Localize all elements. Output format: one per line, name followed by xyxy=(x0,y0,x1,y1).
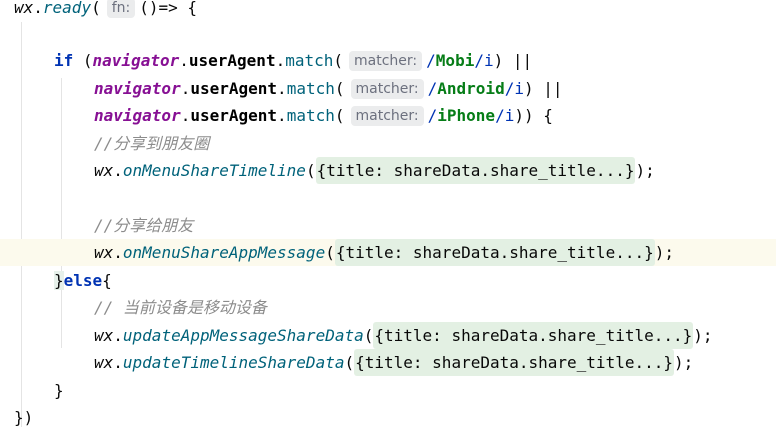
dot: . xyxy=(180,106,191,125)
regex-flag: i xyxy=(504,106,515,125)
regex-slash: / xyxy=(504,79,515,98)
navigator-global: navigator xyxy=(92,51,180,70)
open-paren: ( xyxy=(305,161,316,180)
useragent-property: userAgent xyxy=(190,79,278,98)
folded-region[interactable]: {title: shareData.share_title...} xyxy=(315,157,636,184)
code-line-11[interactable]: }else{ xyxy=(54,267,776,294)
code-line-5[interactable]: navigator.userAgent.match(matcher:/iPhon… xyxy=(94,102,776,129)
code-line-15[interactable]: } xyxy=(54,377,776,404)
wx-object: wx xyxy=(94,353,114,372)
code-line-4[interactable]: navigator.userAgent.match(matcher:/Andro… xyxy=(94,75,776,102)
code-line-7[interactable]: wx.onMenuShareTimeline({title: shareData… xyxy=(94,157,776,184)
regex-pattern: Android xyxy=(437,79,505,98)
open-brace: { xyxy=(102,271,112,290)
ready-method: ready xyxy=(42,0,92,17)
else-keyword: else xyxy=(63,271,103,290)
method-call: onMenuShareTimeline xyxy=(122,161,306,180)
regex-pattern: iPhone xyxy=(437,106,496,125)
method-call: onMenuShareAppMessage xyxy=(122,243,326,262)
regex-slash: / xyxy=(427,106,438,125)
close-paren: ); xyxy=(654,243,674,262)
useragent-property: userAgent xyxy=(188,51,276,70)
close-brace: } xyxy=(54,271,64,290)
match-method: match xyxy=(286,106,335,125)
close-paren: ); xyxy=(674,353,694,372)
dot: . xyxy=(277,106,287,125)
close-paren: ); xyxy=(693,326,713,345)
match-method: match xyxy=(285,51,334,70)
dot: . xyxy=(33,0,43,17)
or-operator: ) || xyxy=(523,79,563,98)
code-line-14[interactable]: wx.updateTimelineShareData({title: share… xyxy=(94,349,776,376)
code-line-3[interactable]: if (navigator.userAgent.match(matcher:/M… xyxy=(54,47,776,74)
dot: . xyxy=(113,353,123,372)
regex-pattern: Mobi xyxy=(435,51,475,70)
dot: . xyxy=(179,51,189,70)
open-paren: ( xyxy=(334,79,345,98)
comment: // 当前设备是移动设备 xyxy=(94,298,267,317)
code-line-10[interactable]: wx.onMenuShareAppMessage({title: shareDa… xyxy=(0,239,776,266)
open-paren: ( xyxy=(325,243,335,262)
navigator-global: navigator xyxy=(94,106,181,125)
useragent-property: userAgent xyxy=(190,106,278,125)
folded-region[interactable]: {title: shareData.share_title...} xyxy=(334,239,655,266)
close-paren: ); xyxy=(635,161,655,180)
code-line-6[interactable]: //分享到朋友圈 xyxy=(94,130,776,157)
wx-object: wx xyxy=(94,326,114,345)
regex-slash: / xyxy=(426,51,436,70)
method-call: updateTimelineShareData xyxy=(122,353,345,372)
code-line-9[interactable]: //分享给朋友 xyxy=(94,212,776,239)
dot: . xyxy=(275,51,286,70)
open-paren: ( xyxy=(334,106,345,125)
wx-object: wx xyxy=(14,0,34,17)
comment: //分享给朋友 xyxy=(94,216,194,235)
comment: //分享到朋友圈 xyxy=(94,134,210,153)
dot: . xyxy=(113,326,123,345)
method-call: updateAppMessageShareData xyxy=(122,326,364,345)
param-hint-fn: fn: xyxy=(106,0,136,18)
folded-region[interactable]: {title: shareData.share_title...} xyxy=(354,349,674,376)
regex-flag: i xyxy=(514,79,524,98)
dot: . xyxy=(113,161,123,180)
param-hint-matcher: matcher: xyxy=(350,79,424,99)
wx-object: wx xyxy=(94,243,114,262)
close-brace: } xyxy=(54,381,64,400)
regex-slash: / xyxy=(495,106,505,125)
arrow-function: ()=> { xyxy=(139,0,198,17)
open-paren: ( xyxy=(91,0,101,17)
close-brace-paren: }) xyxy=(14,408,34,427)
code-line-12[interactable]: // 当前设备是移动设备 xyxy=(94,294,776,321)
close-paren-brace: )) { xyxy=(514,106,553,125)
open-paren: ( xyxy=(73,51,93,70)
code-editor[interactable]: wx.ready(fn: ()=> { if (navigator.userAge… xyxy=(0,0,776,435)
dot: . xyxy=(180,79,191,98)
match-method: match xyxy=(286,79,335,98)
code-line-1[interactable]: wx.ready( fn: ()=> { xyxy=(14,0,776,21)
navigator-global: navigator xyxy=(94,79,181,98)
regex-slash: / xyxy=(427,79,438,98)
or-operator: ) || xyxy=(493,51,533,70)
folded-region[interactable]: {title: shareData.share_title...} xyxy=(373,322,694,349)
code-line-13[interactable]: wx.updateAppMessageShareData({title: sha… xyxy=(94,322,776,349)
indent-guide xyxy=(21,22,22,427)
if-keyword: if xyxy=(54,51,74,70)
open-paren: ( xyxy=(344,353,355,372)
regex-slash: / xyxy=(474,51,484,70)
code-line-16[interactable]: }) xyxy=(14,404,776,431)
param-hint-matcher: matcher: xyxy=(350,106,424,126)
regex-flag: i xyxy=(483,51,494,70)
param-hint-matcher: matcher: xyxy=(349,51,423,71)
dot: . xyxy=(277,79,287,98)
indent-guide xyxy=(61,78,62,348)
wx-object: wx xyxy=(94,161,114,180)
open-paren: ( xyxy=(363,326,374,345)
dot: . xyxy=(113,243,123,262)
open-paren: ( xyxy=(333,51,344,70)
